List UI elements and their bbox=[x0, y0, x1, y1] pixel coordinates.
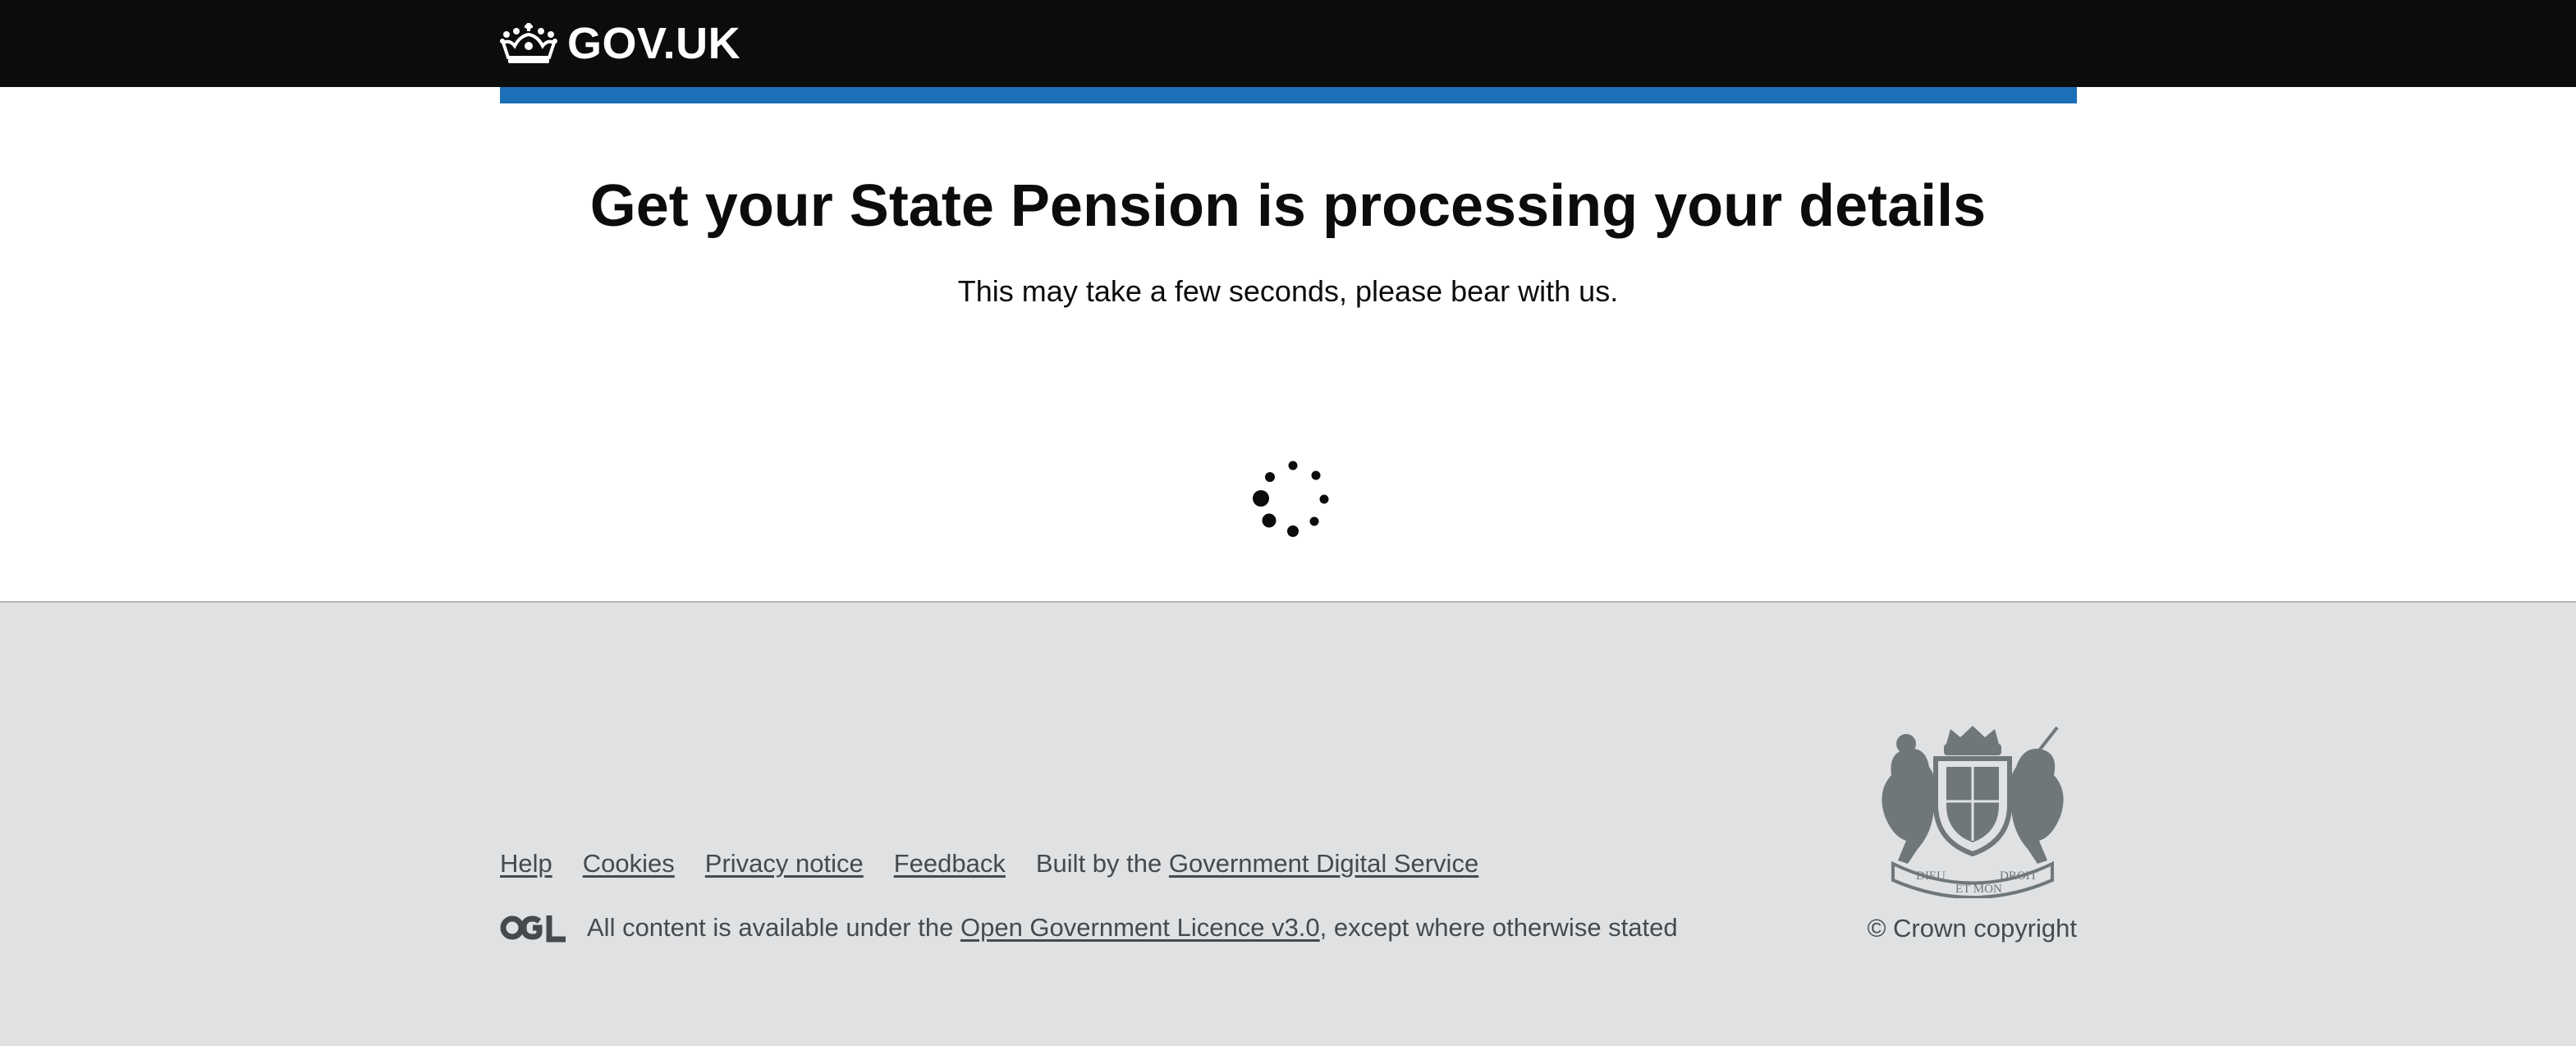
crest-motto-center: ET MON bbox=[1955, 883, 2002, 896]
licence-prefix: All content is available under the bbox=[587, 913, 954, 942]
royal-coat-of-arms-icon: DIEU ET MON DROIT bbox=[1882, 726, 2064, 898]
header-accent-bar bbox=[500, 87, 2077, 103]
page-title: Get your State Pension is processing you… bbox=[589, 173, 1987, 239]
licence-suffix: , except where otherwise stated bbox=[1319, 913, 1678, 942]
processing-message: This may take a few seconds, please bear… bbox=[957, 274, 1619, 308]
site-footer: DIEU ET MON DROIT Help Cookies Privacy n… bbox=[0, 601, 2576, 1046]
cookies-link[interactable]: Cookies bbox=[583, 849, 675, 879]
built-by-text: Built by the Government Digital Service bbox=[1036, 849, 1478, 879]
gds-link[interactable]: Government Digital Service bbox=[1169, 849, 1478, 878]
site-header: GOV.UK bbox=[0, 0, 2576, 87]
loading-spinner-icon bbox=[1253, 461, 1329, 537]
govuk-logo-link[interactable]: GOV.UK bbox=[500, 0, 740, 87]
built-by-prefix: Built by the bbox=[1035, 849, 1162, 878]
licence-row: All content is available under the Open … bbox=[500, 913, 1678, 943]
help-link[interactable]: Help bbox=[500, 849, 552, 879]
crest-motto-right: DROIT bbox=[2000, 869, 2037, 883]
footer-nav: Help Cookies Privacy notice Feedback Bui… bbox=[500, 849, 1478, 879]
crown-icon bbox=[500, 23, 557, 63]
crown-copyright-link[interactable]: © Crown copyright bbox=[1862, 914, 2077, 943]
crest-motto-left: DIEU bbox=[1916, 869, 1946, 883]
feedback-link[interactable]: Feedback bbox=[894, 849, 1006, 879]
privacy-notice-link[interactable]: Privacy notice bbox=[705, 849, 864, 879]
main-content: Get your State Pension is processing you… bbox=[0, 103, 2576, 601]
govuk-logo-text: GOV.UK bbox=[567, 19, 741, 68]
ogl-licence-link[interactable]: Open Government Licence v3.0 bbox=[960, 913, 1320, 943]
ogl-logo-icon[interactable] bbox=[500, 913, 567, 943]
